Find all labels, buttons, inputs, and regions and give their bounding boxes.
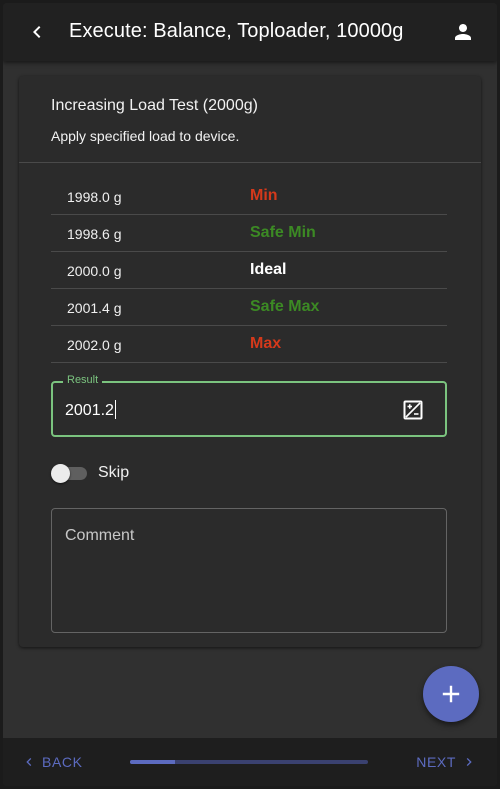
account-button[interactable]	[451, 20, 475, 44]
calculator-icon	[403, 400, 423, 420]
tolerance-value: 1998.0 g	[67, 189, 122, 205]
tolerance-table: 1998.0 g Min 1998.6 g Safe Min 2000.0 g …	[51, 178, 447, 363]
tolerance-row: 2000.0 g Ideal	[51, 252, 447, 289]
tolerance-label: Max	[250, 335, 282, 352]
comment-placeholder: Comment	[65, 527, 135, 544]
result-input[interactable]: Result 2001.2	[51, 374, 447, 437]
step-instructions: Apply specified load to device.	[51, 128, 240, 144]
divider	[19, 162, 481, 163]
step-progress-bar	[130, 760, 368, 764]
tolerance-label: Safe Max	[250, 298, 320, 315]
tolerance-row: 1998.0 g Min	[51, 178, 447, 215]
tolerance-label: Ideal	[250, 261, 287, 278]
skip-label: Skip	[98, 464, 130, 481]
result-label: Result	[63, 374, 103, 386]
plus-icon	[442, 685, 460, 703]
tolerance-value: 2002.0 g	[67, 337, 122, 353]
result-value[interactable]: 2001.2	[65, 400, 116, 420]
test-step-card: Increasing Load Test (2000g) Apply speci…	[19, 76, 481, 647]
back-button[interactable]	[25, 20, 49, 44]
tolerance-value: 1998.6 g	[67, 226, 122, 242]
tolerance-value: 2001.4 g	[67, 300, 122, 316]
progress-fill	[130, 760, 176, 764]
tolerance-row: 1998.6 g Safe Min	[51, 215, 447, 252]
chevron-right-icon	[466, 758, 472, 766]
app-window: Execute: Balance, Toploader, 10000g Incr…	[3, 3, 497, 786]
toggle-thumb	[51, 464, 70, 483]
step-title: Increasing Load Test (2000g)	[51, 97, 258, 114]
chevron-left-icon	[33, 26, 41, 38]
back-step-button[interactable]: BACK	[21, 754, 83, 770]
skip-toggle[interactable]	[51, 462, 87, 484]
bottom-navigation: BACK NEXT	[3, 738, 497, 786]
page-title: Execute: Balance, Toploader, 10000g	[69, 20, 404, 42]
tolerance-label: Safe Min	[250, 224, 316, 241]
tolerance-label: Min	[250, 187, 278, 204]
tolerance-row: 2001.4 g Safe Max	[51, 289, 447, 326]
tolerance-row: 2002.0 g Max	[51, 326, 447, 363]
comment-field[interactable]: Comment	[51, 508, 447, 633]
add-button[interactable]	[423, 666, 479, 722]
next-step-button[interactable]: NEXT	[416, 754, 477, 770]
tolerance-value: 2000.0 g	[67, 263, 122, 279]
person-icon	[455, 24, 471, 40]
app-bar: Execute: Balance, Toploader, 10000g	[3, 3, 497, 61]
back-step-label: BACK	[42, 754, 83, 770]
calculator-button[interactable]	[403, 400, 423, 420]
chevron-left-icon	[26, 758, 32, 766]
next-step-label: NEXT	[416, 754, 456, 770]
